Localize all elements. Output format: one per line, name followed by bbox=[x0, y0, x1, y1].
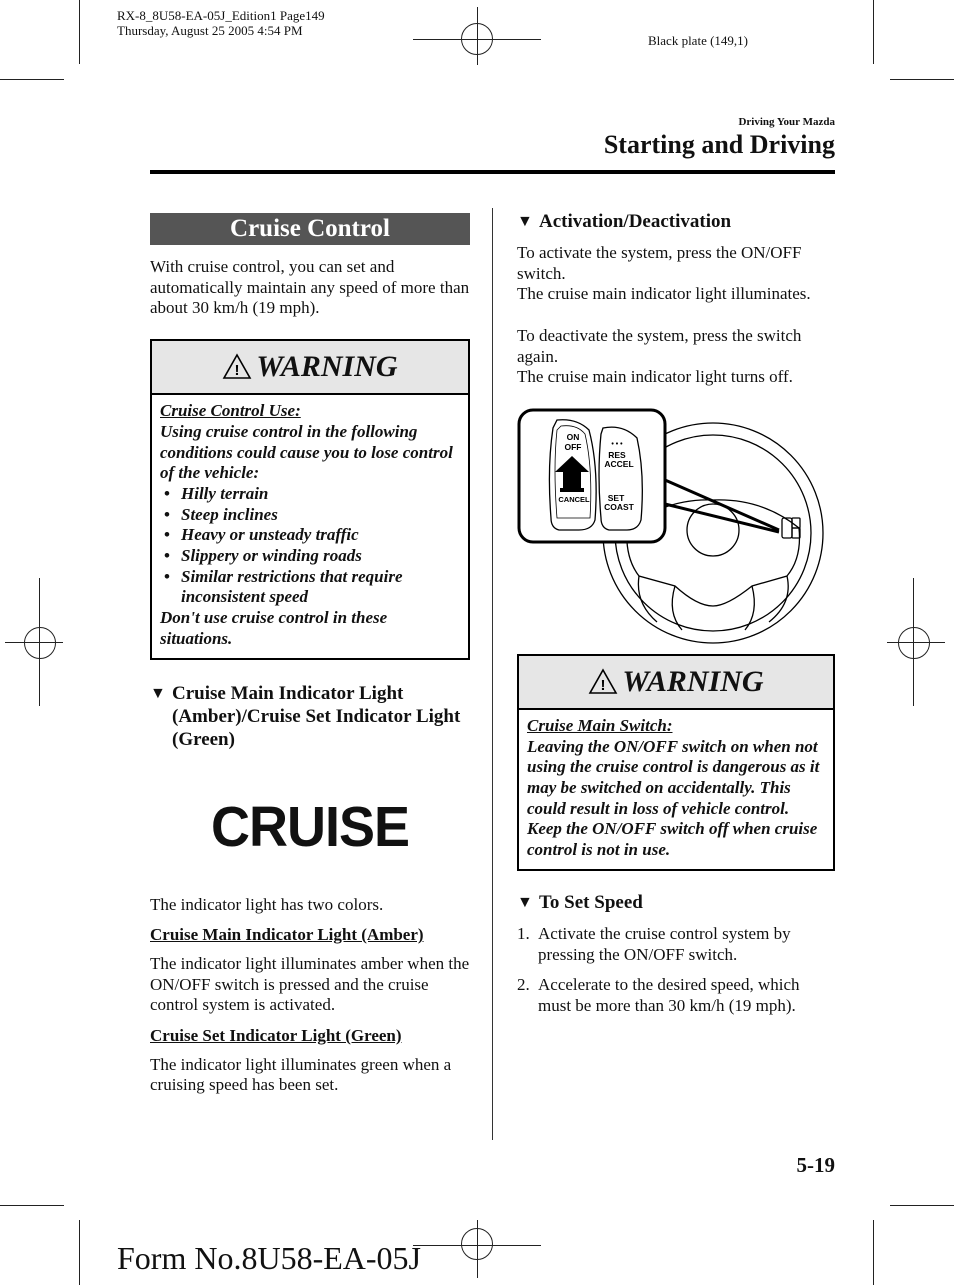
cruise-indicator-symbol: CRUISE bbox=[210, 795, 410, 859]
warning-triangle-icon: ! bbox=[223, 353, 252, 379]
heading-text: Activation/Deactivation bbox=[539, 211, 732, 232]
crop-mark bbox=[890, 79, 954, 80]
list-item: Steep inclines bbox=[160, 505, 460, 526]
steering-wheel-illustration: ON OFF CANCEL RES ACCEL SET COAST • • • bbox=[517, 408, 835, 648]
step-number: 1. bbox=[517, 923, 530, 943]
set-speed-steps: 1. Activate the cruise control system by … bbox=[517, 924, 835, 1017]
svg-text:!: ! bbox=[235, 362, 240, 379]
crop-mark bbox=[0, 79, 64, 80]
registration-mark bbox=[24, 627, 56, 659]
warning-header: ! WARNING bbox=[519, 655, 833, 710]
switch-label-off: OFF bbox=[565, 442, 582, 452]
amber-heading: Cruise Main Indicator Light (Amber) bbox=[150, 925, 424, 945]
activation-para-1: To activate the system, press the ON/OFF… bbox=[517, 243, 835, 305]
list-item: Slippery or winding roads bbox=[160, 546, 460, 567]
svg-text:!: ! bbox=[601, 677, 606, 694]
activation-heading: ▼ Activation/Deactivation bbox=[517, 210, 835, 233]
deactivation-text: The cruise main indicator light turns of… bbox=[517, 367, 793, 387]
warning-triangle-icon: ! bbox=[589, 668, 618, 694]
warning-body: Cruise Control Use: Using cruise control… bbox=[152, 395, 468, 657]
activation-para-2: To deactivate the system, press the swit… bbox=[517, 326, 835, 388]
step-text: Activate the cruise control system by pr… bbox=[538, 923, 791, 964]
section-marker-icon: ▼ bbox=[517, 893, 533, 911]
list-item: Hilly terrain bbox=[160, 484, 460, 505]
warning-body: Cruise Main Switch: Leaving the ON/OFF s… bbox=[519, 710, 833, 869]
warning-text: Using cruise control in the following co… bbox=[160, 421, 453, 483]
activation-text: To activate the system, press the ON/OFF… bbox=[517, 243, 802, 283]
form-number: Form No.8U58-EA-05J bbox=[117, 1240, 421, 1276]
page-number: 5-19 bbox=[796, 1153, 836, 1177]
step-item: 1. Activate the cruise control system by … bbox=[517, 924, 835, 965]
registration-mark bbox=[898, 627, 930, 659]
step-number: 2. bbox=[517, 975, 530, 995]
switch-label-coast: COAST bbox=[604, 502, 635, 512]
warning-closing: Don't use cruise control in these situat… bbox=[160, 608, 388, 648]
warning-label: WARNING bbox=[622, 664, 764, 698]
steering-wheel-drawing: ON OFF CANCEL RES ACCEL SET COAST • • • bbox=[517, 408, 824, 644]
right-column: ▼ Activation/Deactivation To activate th… bbox=[517, 210, 835, 1017]
print-slug: RX-8_8U58-EA-05J_Edition1 Page149 Thursd… bbox=[117, 8, 325, 38]
section-marker-icon: ▼ bbox=[150, 684, 166, 702]
crop-mark bbox=[873, 0, 874, 64]
plate-label: Black plate (149,1) bbox=[648, 33, 748, 48]
slug-line-1: RX-8_8U58-EA-05J_Edition1 Page149 bbox=[117, 8, 325, 23]
set-speed-heading: ▼ To Set Speed bbox=[517, 891, 835, 914]
warning-subtitle: Cruise Main Switch: bbox=[527, 715, 673, 735]
switch-label-cancel: CANCEL bbox=[558, 495, 590, 504]
amber-text: The indicator light illuminates amber wh… bbox=[150, 953, 470, 1015]
switch-label-on: ON bbox=[567, 432, 580, 442]
heading-text: To Set Speed bbox=[539, 891, 643, 913]
slug-line-2: Thursday, August 25 2005 4:54 PM bbox=[117, 23, 303, 38]
step-item: 2. Accelerate to the desired speed, which… bbox=[517, 975, 835, 1016]
crop-mark bbox=[79, 0, 80, 64]
intro-paragraph: With cruise control, you can set and aut… bbox=[150, 257, 470, 318]
crop-mark bbox=[0, 1205, 64, 1206]
left-column: Cruise Control With cruise control, you … bbox=[150, 213, 470, 1096]
section-category: Driving Your Mazda bbox=[738, 116, 835, 128]
list-item: Similar restrictions that require incons… bbox=[160, 567, 460, 608]
switch-label-accel: ACCEL bbox=[604, 459, 633, 469]
topic-title: Cruise Control bbox=[150, 213, 470, 245]
column-divider bbox=[492, 208, 493, 1140]
section-marker-icon: ▼ bbox=[517, 213, 533, 230]
indicator-intro: The indicator light has two colors. bbox=[150, 894, 384, 914]
heading-text: Cruise Main Indicator Light (Amber)/Crui… bbox=[172, 682, 461, 750]
warning-box-cruise-main-switch: ! WARNING Cruise Main Switch: Leaving the… bbox=[517, 653, 835, 871]
green-text: The indicator light illuminates green wh… bbox=[150, 1054, 452, 1095]
crop-mark bbox=[79, 1220, 80, 1285]
list-item: Heavy or unsteady traffic bbox=[160, 525, 460, 546]
crop-mark bbox=[873, 1220, 874, 1285]
registration-mark bbox=[461, 23, 493, 55]
green-heading: Cruise Set Indicator Light (Green) bbox=[150, 1026, 402, 1046]
svg-text:• • •: • • • bbox=[611, 441, 623, 448]
indicator-light-heading: ▼ Cruise Main Indicator Light (Amber)/Cr… bbox=[150, 682, 470, 751]
deactivation-text: To deactivate the system, press the swit… bbox=[517, 325, 802, 366]
registration-mark bbox=[461, 1228, 493, 1260]
warning-text: Leaving the ON/OFF switch on when not us… bbox=[527, 736, 820, 860]
warning-label: WARNING bbox=[256, 350, 398, 384]
crop-mark bbox=[890, 1205, 954, 1206]
warning-subtitle: Cruise Control Use: bbox=[160, 401, 301, 421]
warning-header: ! WARNING bbox=[152, 341, 468, 396]
step-text: Accelerate to the desired speed, which m… bbox=[538, 975, 800, 1015]
section-title: Starting and Driving bbox=[603, 130, 835, 159]
warning-box-cruise-control-use: ! WARNING Cruise Control Use: Using cruis… bbox=[150, 339, 470, 660]
warning-conditions-list: Hilly terrain Steep inclines Heavy or un… bbox=[160, 484, 460, 608]
activation-text: The cruise main indicator light illumina… bbox=[517, 284, 811, 304]
header-rule bbox=[150, 170, 835, 174]
